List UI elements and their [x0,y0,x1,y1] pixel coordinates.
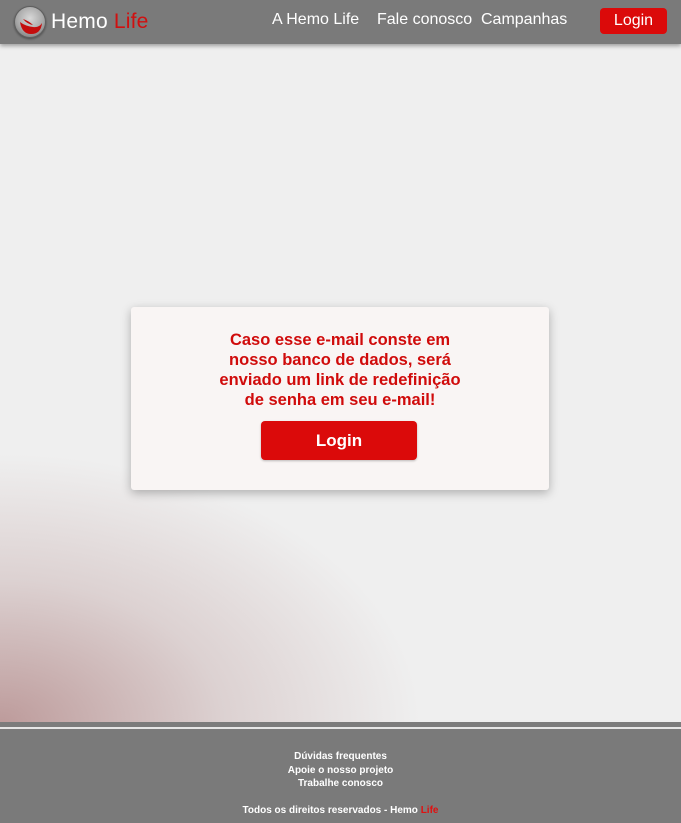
login-button[interactable]: Login [261,421,417,460]
page-footer: Dúvidas frequentes Apoie o nosso projeto… [0,729,681,823]
header-login-button[interactable]: Login [600,8,667,34]
footer-link-careers[interactable]: Trabalhe conosco [0,778,681,789]
logo-text-main: Hemo [51,10,108,33]
copyright-accent: Life [420,805,439,816]
nav-link-about[interactable]: A Hemo Life [272,11,359,29]
footer-copyright: Todos os direitos reservados - Hemo Life [0,805,681,816]
copyright-text: Todos os direitos reservados - Hemo [242,805,418,816]
reset-confirmation-message: Caso esse e-mail conste em nosso banco d… [219,331,461,409]
nav-link-campaigns[interactable]: Campanhas [481,11,567,29]
logo-text-accent: Life [113,10,149,33]
nav-link-contact[interactable]: Fale conosco [377,11,472,29]
logo-text: Hemo Life [51,10,149,34]
blood-drop-logo-icon [14,6,46,38]
password-reset-card: Caso esse e-mail conste em nosso banco d… [131,307,549,490]
top-navbar: Hemo Life A Hemo Life Fale conosco Campa… [0,0,681,44]
footer-link-support[interactable]: Apoie o nosso projeto [0,765,681,776]
footer-link-faq[interactable]: Dúvidas frequentes [0,751,681,762]
brand-logo[interactable]: Hemo Life [14,5,149,39]
